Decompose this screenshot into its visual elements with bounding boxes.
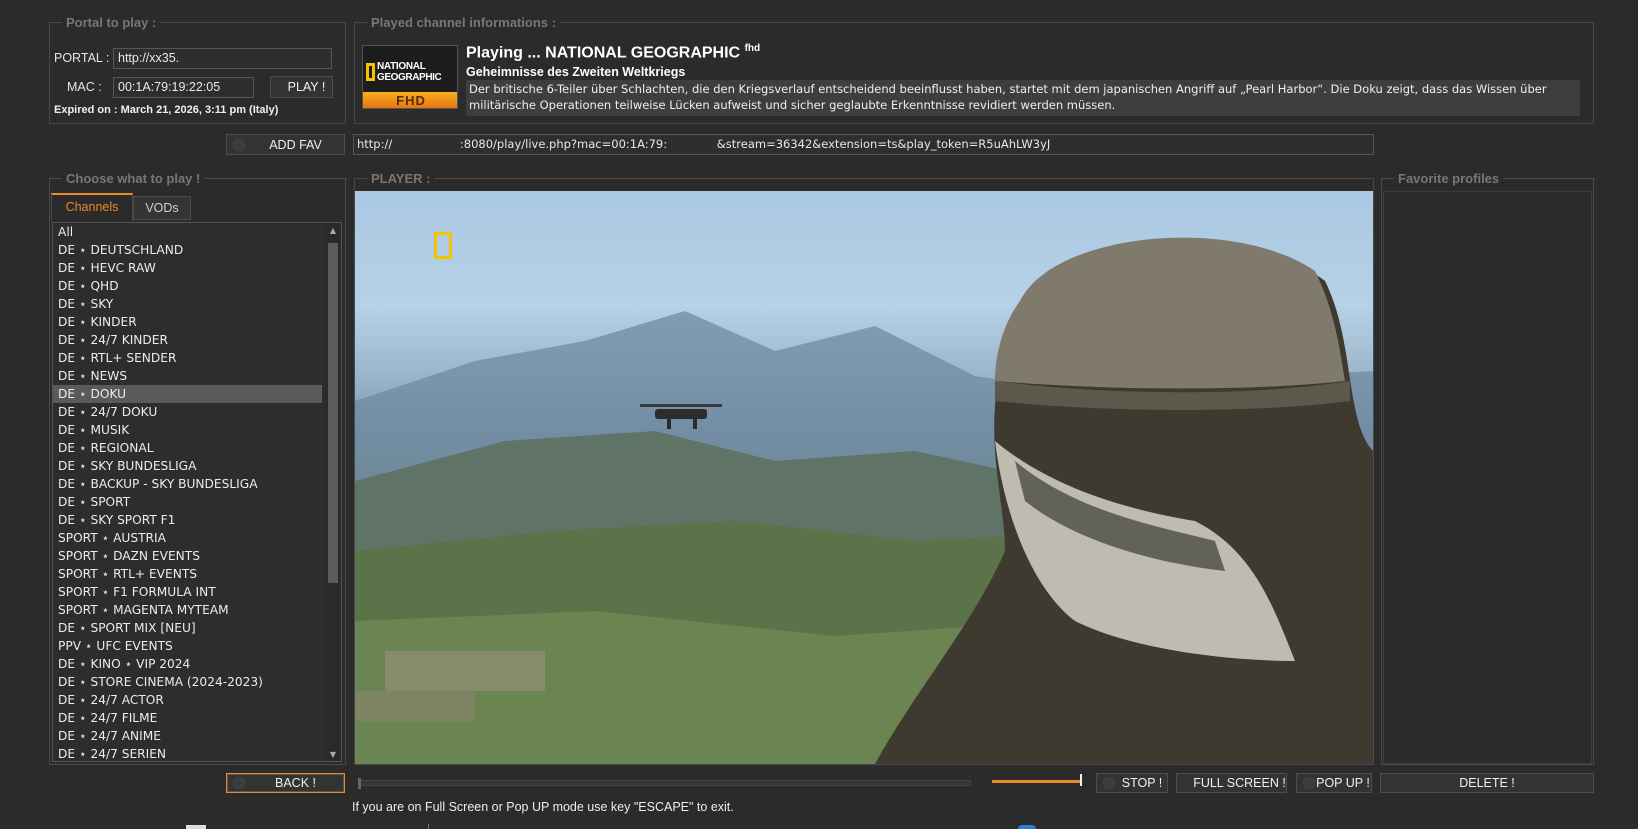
list-item[interactable]: DE ⋆ QHD (53, 277, 322, 295)
seek-bar[interactable] (358, 778, 971, 789)
program-description: Der britische 6-Teiler über Schlachten, … (466, 80, 1580, 116)
star-icon (233, 138, 245, 151)
mac-label: MAC : (67, 80, 102, 94)
list-item[interactable]: DE ⋆ SKY (53, 295, 322, 313)
list-scrollbar[interactable]: ▲ ▼ (325, 223, 341, 761)
list-item[interactable]: DE ⋆ 24/7 FILME (53, 709, 322, 727)
list-item[interactable]: DE ⋆ MUSIK (53, 421, 322, 439)
category-list-items: All DE ⋆ DEUTSCHLAND DE ⋆ HEVC RAW DE ⋆ QHD… (53, 223, 322, 761)
delete-button[interactable]: DELETE ! (1380, 773, 1594, 793)
player-legend: PLAYER : (367, 171, 435, 186)
list-item[interactable]: DE ⋆ RTL+ SENDER (53, 349, 322, 367)
tab-channels[interactable]: Channels (51, 193, 133, 221)
popup-button[interactable]: POP UP ! (1296, 773, 1372, 793)
add-fav-button[interactable]: ADD FAV (226, 134, 345, 155)
stop-icon (1103, 777, 1115, 789)
logo-line1: NATIONAL (377, 61, 426, 72)
list-item[interactable]: DE ⋆ SKY SPORT F1 (53, 511, 322, 529)
list-item[interactable]: PPV ⋆ UFC EVENTS (53, 637, 322, 655)
list-item[interactable]: DE ⋆ SPORT MIX [NEU] (53, 619, 322, 637)
list-item[interactable]: DE ⋆ KINDER (53, 313, 322, 331)
list-item[interactable]: DE ⋆ STORE CINEMA (2024-2023) (53, 673, 322, 691)
list-item[interactable]: SPORT ⋆ AUSTRIA (53, 529, 322, 547)
list-item[interactable]: DE ⋆ REGIONAL (53, 439, 322, 457)
list-item[interactable]: SPORT ⋆ MAGENTA MYTEAM (53, 601, 322, 619)
back-icon (233, 777, 245, 789)
fullscreen-label: FULL SCREEN ! (1193, 776, 1286, 790)
list-item[interactable]: DE ⋆ 24/7 ANIME (53, 727, 322, 745)
logo-badge-text: FHD (396, 93, 426, 108)
program-title: Geheimnisse des Zweiten Weltkriegs (466, 65, 686, 79)
volume-handle[interactable] (1080, 774, 1082, 786)
scroll-down-arrow-icon[interactable]: ▼ (325, 747, 341, 761)
favorite-profiles-list[interactable] (1383, 191, 1592, 764)
seek-handle[interactable] (358, 778, 361, 789)
logo-line2: GEOGRAPHIC (377, 72, 442, 83)
stream-url-part1: http:// (357, 137, 393, 151)
playing-title-sup: fhd (744, 43, 761, 54)
stream-url-part3: &stream=36342&extension=ts&play_token=R5… (716, 137, 1051, 151)
stream-url-field[interactable]: http:// :8080/play/live.php?mac=00:1A:79… (353, 134, 1374, 155)
back-label: BACK ! (275, 776, 316, 790)
list-item[interactable]: SPORT ⋆ F1 FORMULA INT (53, 583, 322, 601)
list-item[interactable]: DE ⋆ KINO ⋆ VIP 2024 (53, 655, 322, 673)
portal-url-input[interactable]: http://xx35. (113, 48, 332, 69)
favorites-legend: Favorite profiles (1394, 171, 1504, 186)
volume-slider[interactable] (992, 774, 1082, 786)
popup-label: POP UP ! (1316, 776, 1370, 790)
popup-icon (1303, 777, 1315, 789)
taskbar-strip (0, 824, 1638, 829)
play-button[interactable]: PLAY ! (270, 76, 333, 98)
delete-label: DELETE ! (1459, 776, 1515, 790)
list-item[interactable]: DE ⋆ 24/7 SERIEN (53, 745, 322, 761)
list-item[interactable]: DE ⋆ SKY BUNDESLIGA (53, 457, 322, 475)
list-item[interactable]: SPORT ⋆ DAZN EVENTS (53, 547, 322, 565)
fullscreen-button[interactable]: FULL SCREEN ! (1176, 773, 1287, 793)
category-list: All DE ⋆ DEUTSCHLAND DE ⋆ HEVC RAW DE ⋆ QHD… (52, 222, 342, 762)
list-item[interactable]: DE ⋆ BACKUP - SKY BUNDESLIGA (53, 475, 322, 493)
mac-input[interactable]: 00:1A:79:19:22:05 (113, 77, 254, 98)
list-item[interactable]: DE ⋆ 24/7 KINDER (53, 331, 322, 349)
list-item[interactable]: DE ⋆ HEVC RAW (53, 259, 322, 277)
video-scene (355, 237, 1373, 764)
expiry-text: Expired on : March 21, 2026, 3:11 pm (It… (54, 104, 279, 116)
natgeo-frame-icon (366, 63, 375, 81)
list-item[interactable]: DE ⋆ 24/7 DOKU (53, 403, 322, 421)
escape-hint: If you are on Full Screen or Pop UP mode… (352, 800, 734, 814)
play-button-label: PLAY ! (287, 80, 326, 94)
scroll-thumb[interactable] (328, 243, 338, 583)
list-item[interactable]: DE ⋆ DEUTSCHLAND (53, 241, 322, 259)
channel-logo: NATIONAL GEOGRAPHIC FHD (362, 45, 458, 109)
back-button[interactable]: BACK ! (226, 773, 345, 793)
video-frame[interactable] (355, 191, 1373, 764)
list-item[interactable]: DE ⋆ DOKU (53, 385, 322, 403)
logo-fhd-badge: FHD (363, 92, 457, 108)
choose-legend: Choose what to play ! (62, 171, 205, 186)
playing-title-text: Playing ... NATIONAL GEOGRAPHIC (466, 44, 741, 62)
portal-label: PORTAL : (54, 51, 110, 65)
list-item[interactable]: DE ⋆ NEWS (53, 367, 322, 385)
playing-title: Playing ... NATIONAL GEOGRAPHIC fhd (466, 43, 760, 62)
natgeo-watermark-icon (434, 232, 452, 259)
volume-fill (992, 780, 1082, 783)
list-item[interactable]: DE ⋆ SPORT (53, 493, 322, 511)
list-item[interactable]: SPORT ⋆ RTL+ EVENTS (53, 565, 322, 583)
stream-url-part2: :8080/play/live.php?mac=00:1A:79: (459, 137, 668, 151)
tab-vods[interactable]: VODs (133, 196, 191, 220)
scroll-up-arrow-icon[interactable]: ▲ (325, 223, 341, 239)
add-fav-label: ADD FAV (269, 137, 322, 152)
stop-button[interactable]: STOP ! (1096, 773, 1168, 793)
list-item[interactable]: DE ⋆ 24/7 ACTOR (53, 691, 322, 709)
portal-legend: Portal to play : (62, 15, 161, 30)
stop-label: STOP ! (1121, 776, 1163, 790)
channel-info-legend: Played channel informations : (367, 15, 560, 30)
list-item[interactable]: All (53, 223, 322, 241)
